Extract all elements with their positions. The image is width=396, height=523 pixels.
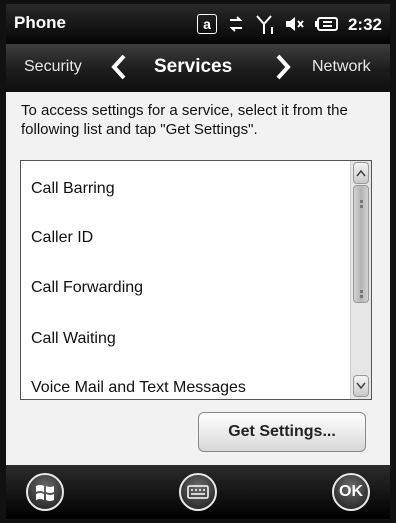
scroll-down-icon[interactable] <box>353 375 369 397</box>
windows-start-icon[interactable] <box>26 473 64 511</box>
instructions-text: To access settings for a service, select… <box>21 102 348 138</box>
scrollbar-thumb[interactable] <box>353 185 369 303</box>
phone-screen: Phone a 2:32 Security Services Network T… <box>6 4 390 519</box>
battery-charging-icon[interactable] <box>314 15 339 33</box>
list-item-call-waiting[interactable]: Call Waiting <box>31 330 116 348</box>
app-title[interactable]: Phone <box>14 13 66 33</box>
keyboard-icon[interactable] <box>179 473 217 511</box>
signal-icon[interactable] <box>255 13 275 35</box>
tab-security[interactable]: Security <box>24 58 82 76</box>
ok-label: OK <box>339 483 363 500</box>
get-settings-button[interactable]: Get Settings... <box>198 412 366 452</box>
list-scrollbar[interactable] <box>350 161 371 399</box>
volume-muted-icon[interactable] <box>284 14 306 34</box>
chevron-left-icon[interactable] <box>110 53 128 88</box>
data-connection-icon[interactable] <box>226 14 246 34</box>
services-list[interactable]: Call Barring Caller ID Call Forwarding C… <box>20 160 372 400</box>
at-icon[interactable]: a <box>196 14 217 34</box>
list-item-call-barring[interactable]: Call Barring <box>31 180 115 198</box>
list-item-voice-mail[interactable]: Voice Mail and Text Messages <box>31 379 246 397</box>
tab-services[interactable]: Services <box>154 56 232 78</box>
clock[interactable]: 2:32 <box>348 16 382 33</box>
scroll-up-icon[interactable] <box>353 162 369 184</box>
ok-button[interactable]: OK <box>332 473 370 511</box>
bottom-bar: OK <box>6 465 390 519</box>
chevron-right-icon[interactable] <box>274 53 292 88</box>
tab-navigation: Security Services Network <box>6 44 390 92</box>
tab-network[interactable]: Network <box>312 58 371 76</box>
list-item-call-forwarding[interactable]: Call Forwarding <box>31 279 143 297</box>
status-icons: a 2:32 <box>196 10 382 38</box>
status-bar: Phone a 2:32 <box>6 4 390 44</box>
list-item-caller-id[interactable]: Caller ID <box>31 229 93 247</box>
